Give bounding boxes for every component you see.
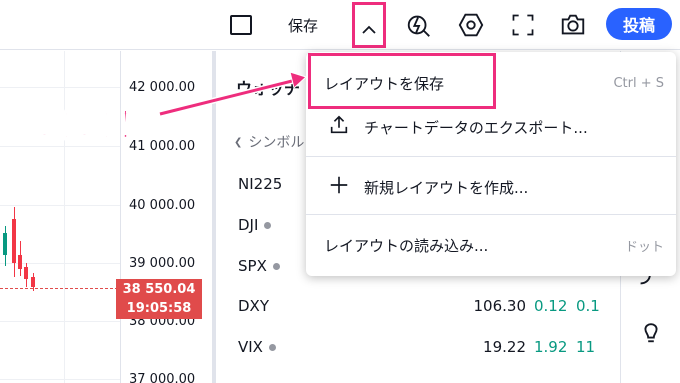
annotation-text: ココ！ bbox=[35, 102, 157, 148]
annotation-arrow-icon bbox=[159, 71, 307, 117]
